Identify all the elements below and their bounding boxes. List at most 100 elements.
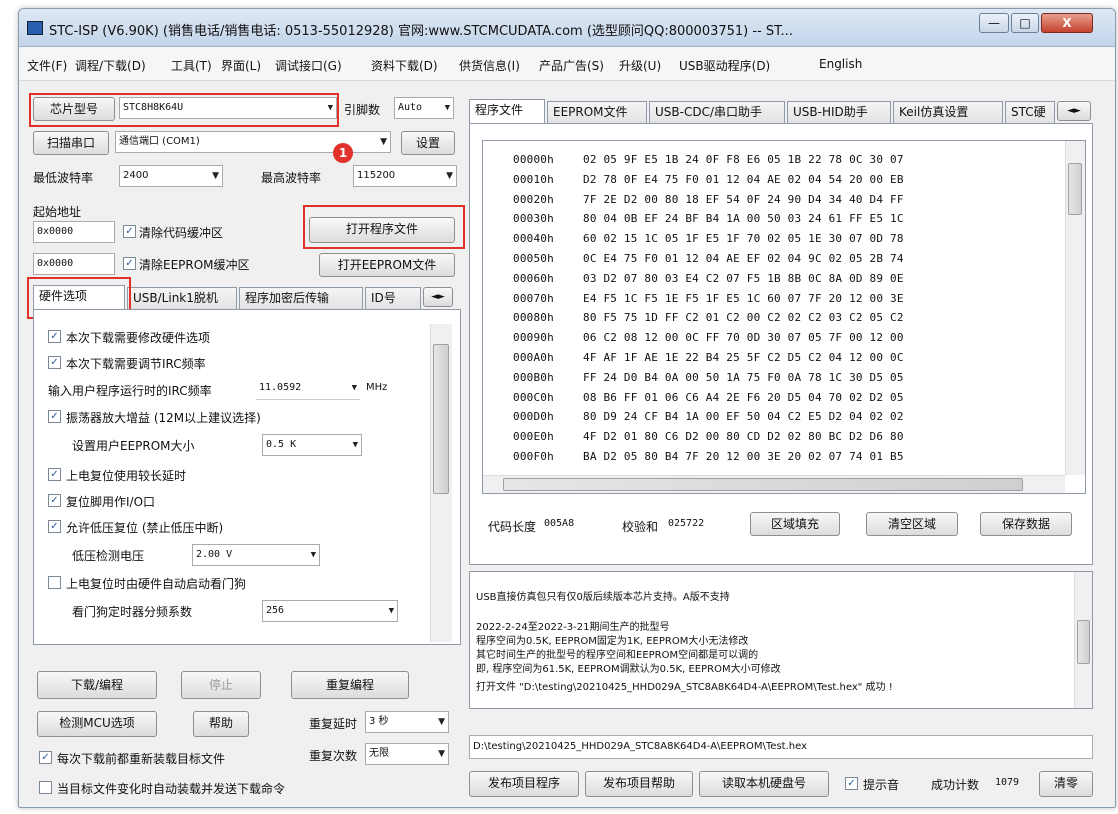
hex-hscroll-thumb[interactable] — [503, 478, 1023, 491]
repeat-program-button[interactable]: 重复编程 — [291, 671, 409, 699]
hex-row-bytes[interactable]: D2 78 0F E4 75 F0 01 12 04 AE 02 04 54 2… — [583, 173, 904, 186]
auto-send-checkbox[interactable] — [39, 781, 52, 794]
max-baud-label: 最高波特率 — [261, 171, 322, 185]
menu-tools[interactable]: 工具(T) — [171, 57, 212, 74]
right-tab-scroll-arrows[interactable]: ◄► — [1057, 101, 1091, 121]
retry-delay-select[interactable]: 3 秒 — [365, 711, 449, 733]
options-scrollbar[interactable] — [430, 324, 452, 642]
beep-checkbox[interactable]: ✓ — [845, 777, 858, 790]
clear-region-button[interactable]: 清空区域 — [866, 512, 958, 536]
hex-row-bytes[interactable]: 4F AF 1F AE 1E 22 B4 25 5F C2 D5 C2 04 1… — [583, 351, 904, 364]
hex-row-bytes[interactable]: E4 F5 1C F5 1E F5 1F E5 1C 60 07 7F 20 1… — [583, 292, 904, 305]
hex-horizontal-scrollbar[interactable] — [483, 475, 1065, 493]
tab-eeprom-file[interactable]: EEPROM文件 — [547, 101, 647, 123]
log-scrollbar[interactable] — [1074, 572, 1092, 708]
hex-row-bytes[interactable]: 4F D2 01 80 C6 D2 00 80 CD D2 02 80 BC D… — [583, 430, 904, 443]
hex-row: 00050h 0C E4 75 F0 01 12 04 AE EF 02 04 9… — [513, 252, 904, 265]
tab-keil-settings[interactable]: Keil仿真设置 — [893, 101, 1003, 123]
hex-row: 000D0h 80 D9 24 CF B4 1A 00 EF 50 04 C2 E… — [513, 410, 904, 423]
publish-project-button[interactable]: 发布项目程序 — [469, 771, 579, 797]
hex-row-address: 00080h — [513, 311, 554, 325]
auto-send-label: 当目标文件变化时自动装载并发送下载命令 — [57, 782, 286, 796]
hex-row-bytes[interactable]: 80 D9 24 CF B4 1A 00 EF 50 04 C2 E5 D2 0… — [583, 410, 904, 423]
opt-long-reset-checkbox[interactable]: ✓ — [48, 468, 61, 481]
pins-select[interactable]: Auto — [394, 97, 454, 119]
detect-mcu-button[interactable]: 检测MCU选项 — [37, 711, 157, 737]
clear-code-checkbox[interactable]: ✓ — [123, 225, 136, 238]
settings-button[interactable]: 设置 — [401, 131, 455, 155]
hex-row-bytes[interactable]: 60 02 15 1C 05 1F E5 1F 70 02 05 1E 30 0… — [583, 232, 904, 245]
eeprom-size-select[interactable]: 0.5 K — [262, 434, 362, 456]
clear-count-button[interactable]: 清零 — [1039, 771, 1093, 797]
hex-row-bytes[interactable]: 03 D2 07 80 03 E4 C2 07 F5 1B 8B 0C 8A 0… — [583, 272, 904, 285]
menu-debug[interactable]: 调试接口(G) — [275, 57, 342, 74]
menu-file[interactable]: 文件(F) — [27, 57, 67, 74]
clear-eeprom-label: 清除EEPROM缓冲区 — [139, 258, 250, 272]
save-data-button[interactable]: 保存数据 — [980, 512, 1072, 536]
hex-row-bytes[interactable]: 7F 2E D2 00 80 18 EF 54 0F 24 90 D4 34 4… — [583, 193, 904, 206]
file-path-field[interactable]: D:\testing\20210425_HHD029A_STC8A8K64D4-… — [469, 735, 1093, 759]
stop-button[interactable]: 停止 — [181, 671, 261, 699]
opt-reset-io-checkbox[interactable]: ✓ — [48, 494, 61, 507]
hex-vscroll-thumb[interactable] — [1068, 163, 1082, 215]
opt-lvr-checkbox[interactable]: ✓ — [48, 520, 61, 533]
hex-row-bytes[interactable]: 02 05 9F E5 1B 24 0F F8 E6 05 1B 22 78 0… — [583, 153, 904, 166]
retry-count-select[interactable]: 无限 — [365, 743, 449, 765]
fill-region-button[interactable]: 区域填充 — [750, 512, 840, 536]
opt-modify-hw-checkbox[interactable]: ✓ — [48, 330, 61, 343]
menu-supply[interactable]: 供货信息(I) — [459, 57, 520, 74]
log-scroll-thumb[interactable] — [1077, 620, 1090, 664]
opt-osc-gain-checkbox[interactable]: ✓ — [48, 410, 61, 423]
hex-vertical-scrollbar[interactable] — [1065, 141, 1085, 475]
clear-eeprom-checkbox[interactable]: ✓ — [123, 257, 136, 270]
menu-english[interactable]: English — [819, 57, 862, 71]
close-button[interactable]: X — [1041, 13, 1093, 33]
tab-encrypted-transfer[interactable]: 程序加密后传输 — [239, 287, 363, 309]
hex-row-bytes[interactable]: BA D2 05 80 B4 7F 20 12 00 3E 20 02 07 7… — [583, 450, 904, 463]
download-program-button[interactable]: 下载/编程 — [37, 671, 157, 699]
opt-auto-wdt-checkbox[interactable] — [48, 576, 61, 589]
hex-row-bytes[interactable]: 08 B6 FF 01 06 C6 A4 2E F6 20 D5 04 70 0… — [583, 391, 904, 404]
min-baud-select[interactable]: 2400 — [119, 165, 223, 187]
menu-upgrade[interactable]: 升级(U) — [619, 57, 661, 74]
menu-ads[interactable]: 产品广告(S) — [539, 57, 604, 74]
scan-port-button[interactable]: 扫描串口 — [33, 131, 109, 155]
max-baud-select[interactable]: 115200 — [353, 165, 457, 187]
menu-interface[interactable]: 界面(L) — [221, 57, 261, 74]
minimize-button[interactable]: — — [979, 13, 1009, 33]
irc-frequency-label: 输入用户程序运行时的IRC频率 — [48, 384, 212, 398]
eeprom-start-address-input[interactable]: 0x0000 — [33, 253, 115, 275]
hex-row: 00000h 02 05 9F E5 1B 24 0F F8 E6 05 1B 2… — [513, 153, 904, 166]
options-scroll-thumb[interactable] — [433, 344, 449, 494]
menu-program[interactable]: 调程/下载(D) — [75, 57, 146, 74]
hex-row-bytes[interactable]: 06 C2 08 12 00 0C FF 70 0D 30 07 05 7F 0… — [583, 331, 904, 344]
tab-usb-link1[interactable]: USB/Link1脱机 — [127, 287, 237, 309]
menu-usb-driver[interactable]: USB驱动程序(D) — [679, 57, 770, 74]
log-line: 打开文件 "D:\testing\20210425_HHD029A_STC8A8… — [476, 682, 893, 693]
tab-usb-hid[interactable]: USB-HID助手 — [787, 101, 891, 123]
lvd-voltage-select[interactable]: 2.00 V — [192, 544, 320, 566]
code-start-address-input[interactable]: 0x0000 — [33, 221, 115, 243]
tab-stc-hw[interactable]: STC硬 — [1005, 101, 1055, 123]
help-button[interactable]: 帮助 — [193, 711, 249, 737]
maximize-button[interactable]: □ — [1011, 13, 1039, 33]
opt-adjust-irc-checkbox[interactable]: ✓ — [48, 356, 61, 369]
menu-downloads[interactable]: 资料下载(D) — [371, 57, 438, 74]
wdt-prescaler-select[interactable]: 256 — [262, 600, 398, 622]
tab-scroll-arrows[interactable]: ◄► — [423, 287, 453, 307]
open-eeprom-file-button[interactable]: 打开EEPROM文件 — [319, 253, 455, 277]
irc-frequency-select[interactable]: 11.0592 — [256, 378, 360, 400]
hex-row-bytes[interactable]: 0C E4 75 F0 01 12 04 AE EF 02 04 9C 02 0… — [583, 252, 904, 265]
reload-each-checkbox[interactable]: ✓ — [39, 751, 52, 764]
tab-usb-cdc[interactable]: USB-CDC/串口助手 — [649, 101, 785, 123]
hex-row-address: 00050h — [513, 252, 554, 265]
opt-modify-hw-label: 本次下载需要修改硬件选项 — [66, 331, 211, 345]
hex-row-bytes[interactable]: 80 F5 75 1D FF C2 01 C2 00 C2 02 C2 03 C… — [583, 311, 904, 324]
retry-count-label: 重复次数 — [309, 749, 358, 763]
hex-row-bytes[interactable]: 80 04 0B EF 24 BF B4 1A 00 50 03 24 61 F… — [583, 212, 904, 225]
hex-row-bytes[interactable]: FF 24 D0 B4 0A 00 50 1A 75 F0 0A 78 1C 3… — [583, 371, 904, 384]
publish-help-button[interactable]: 发布项目帮助 — [585, 771, 693, 797]
tab-id[interactable]: ID号 — [365, 287, 421, 309]
read-disk-id-button[interactable]: 读取本机硬盘号 — [699, 771, 829, 797]
tab-program-file[interactable]: 程序文件 — [469, 99, 545, 123]
